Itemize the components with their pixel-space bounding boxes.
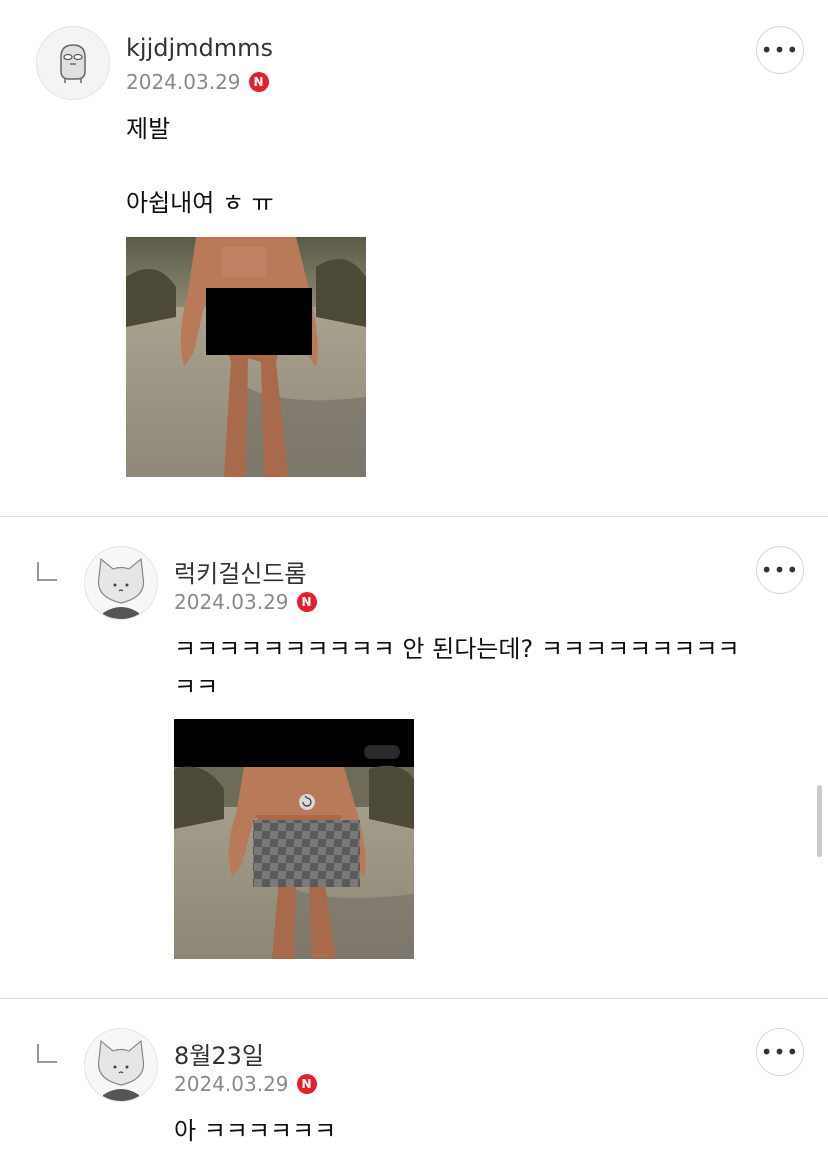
- comment-text: 아 ㅋㅋㅋㅋㅋㅋ: [174, 1117, 337, 1145]
- comment-text-line: 제발: [126, 115, 171, 143]
- comment-text: ㅋㅋㅋㅋㅋㅋㅋㅋㅋㅋ 안 된다는데? ㅋㅋㅋㅋㅋㅋㅋㅋㅋ ㅋㅋ: [174, 635, 740, 701]
- divider: [0, 998, 828, 999]
- comment-date: 2024.03.29: [174, 1072, 289, 1096]
- reply-arrow-icon: [37, 1044, 57, 1063]
- comment-photo[interactable]: [174, 719, 414, 959]
- comment-text-line: 아쉽내여 ㅎ ㅠ: [126, 189, 274, 217]
- scrollbar[interactable]: [817, 785, 822, 857]
- photo-image: [126, 237, 366, 477]
- comment-date: 2024.03.29: [174, 590, 289, 614]
- cat-avatar-icon: [85, 1029, 157, 1101]
- avatar[interactable]: [84, 1028, 158, 1102]
- divider: [0, 516, 828, 517]
- more-icon: •••: [760, 38, 800, 62]
- comment-author[interactable]: 8월23일: [174, 1036, 264, 1071]
- more-icon: •••: [760, 558, 800, 582]
- cat-avatar-icon: [85, 547, 157, 619]
- comment-photo[interactable]: [126, 237, 366, 477]
- more-options-button[interactable]: •••: [756, 546, 804, 594]
- new-badge: N: [296, 592, 317, 612]
- comment-author[interactable]: kjjdjmdmms: [126, 34, 273, 62]
- comment-meta: 2024.03.29 N: [126, 70, 269, 94]
- comment-date: 2024.03.29: [126, 70, 241, 94]
- comment-meta: 2024.03.29 N: [174, 590, 317, 614]
- photo-image: [174, 719, 414, 959]
- reply-arrow-icon: [37, 562, 57, 581]
- new-badge: N: [296, 1074, 317, 1094]
- gray-mascot-icon: [37, 27, 109, 99]
- new-badge: N: [248, 72, 269, 92]
- more-options-button[interactable]: •••: [756, 1028, 804, 1076]
- comment-author[interactable]: 럭키걸신드롬: [174, 554, 306, 589]
- avatar[interactable]: [36, 26, 110, 100]
- more-icon: •••: [760, 1040, 800, 1064]
- avatar[interactable]: [84, 546, 158, 620]
- comment-meta: 2024.03.29 N: [174, 1072, 317, 1096]
- more-options-button[interactable]: •••: [756, 26, 804, 74]
